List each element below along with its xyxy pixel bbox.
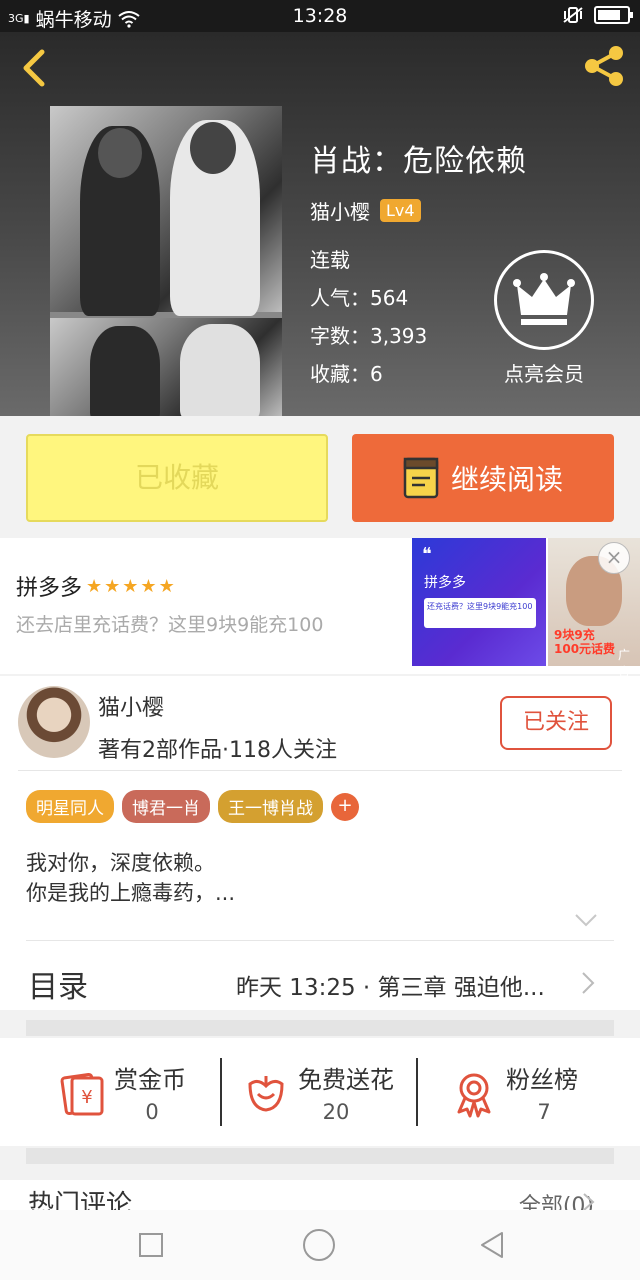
battery-icon — [594, 6, 633, 24]
back-triangle-icon[interactable] — [478, 1230, 506, 1260]
book-author-row[interactable]: 猫小樱 Lv4 — [310, 196, 421, 225]
chevron-right-icon[interactable] — [580, 971, 596, 995]
author-section: 猫小樱 著有2部作品·118人关注 已关注 明星同人 博君一肖 王一博肖战 + … — [0, 676, 640, 1010]
reward-coins-stat[interactable]: ¥ 赏金币 0 — [58, 1056, 238, 1136]
book-favorites: 收藏：6 — [310, 358, 383, 387]
hot-comments-header: 热门评论 全部(0) — [0, 1180, 640, 1210]
toc-latest-chapter[interactable]: 昨天 13:25 · 第三章 强迫他... — [236, 968, 545, 1002]
red-envelope-icon: ¥ — [60, 1072, 104, 1116]
popularity-label: 人气： — [310, 286, 370, 310]
section-separator — [26, 1148, 614, 1164]
toc-label[interactable]: 目录 — [28, 962, 88, 1006]
popularity-value: 564 — [370, 286, 409, 310]
reward-coins-value: 0 — [145, 1100, 159, 1124]
ad-promo-text: 9块9充 100元话费 — [554, 628, 615, 656]
add-tag-button[interactable]: + — [331, 792, 359, 821]
free-flowers-label: 免费送花 — [298, 1066, 394, 1094]
recent-apps-icon[interactable] — [138, 1232, 164, 1258]
stats-row: ¥ 赏金币 0 免费送花 20 粉丝榜 7 — [0, 1038, 640, 1146]
favorites-value: 6 — [370, 362, 383, 386]
system-nav-bar — [0, 1210, 640, 1280]
svg-text:¥: ¥ — [81, 1087, 92, 1108]
favorited-button[interactable]: 已收藏 — [26, 434, 328, 522]
continue-reading-button[interactable]: 继续阅读 — [352, 434, 614, 522]
battery-level — [598, 10, 621, 20]
status-bar: 3G▮ 蜗牛移动 13:28 — [0, 0, 640, 32]
divider — [26, 940, 614, 941]
synopsis-line: 我对你，深度依赖。 — [26, 851, 215, 875]
fan-ranking-stat[interactable]: 粉丝榜 7 — [450, 1056, 630, 1136]
tag-chip[interactable]: 博君一肖 — [122, 790, 210, 823]
ad-image-brand: 拼多多 — [424, 575, 466, 591]
back-arrow-icon — [23, 49, 45, 87]
vip-button[interactable]: 点亮会员 — [492, 250, 596, 387]
word-count-value: 3,393 — [370, 324, 428, 348]
favorites-label: 收藏： — [310, 362, 370, 386]
word-count-label: 字数： — [310, 324, 370, 348]
continue-reading-label: 继续阅读 — [450, 463, 563, 496]
ad-brand: 拼多多 — [16, 576, 83, 601]
ad-tag: 广告 — [618, 648, 631, 679]
synopsis-line: 你是我的上瘾毒药，... — [26, 881, 236, 905]
rating-stars-icon: ★★★★★ — [86, 575, 177, 597]
tag-chip[interactable]: 王一博肖战 — [218, 790, 323, 823]
share-button[interactable] — [580, 42, 628, 90]
ad-title: 拼多多 ★★★★★ — [16, 570, 177, 602]
medal-icon — [457, 1073, 491, 1118]
status-time: 13:28 — [292, 5, 348, 27]
ad-description: 还去店里充话费？这里9块9能充100 — [16, 614, 324, 636]
ad-close-icon[interactable]: × — [598, 542, 630, 574]
book-popularity: 人气：564 — [310, 282, 408, 311]
expand-chevron-icon[interactable] — [574, 912, 598, 928]
book-title: 肖战：危险依赖 — [310, 144, 527, 179]
status-right — [562, 6, 633, 24]
book-header: 肖战：危险依赖 猫小樱 Lv4 连载 人气：564 字数：3,393 收藏：6 … — [0, 32, 640, 416]
home-icon[interactable] — [302, 1228, 336, 1262]
book-word-count: 字数：3,393 — [310, 320, 427, 349]
author-info: 著有2部作品·118人关注 — [98, 738, 337, 763]
section-separator — [26, 1020, 614, 1036]
chevron-right-icon[interactable] — [582, 1192, 596, 1210]
fan-ranking-label: 粉丝榜 — [506, 1066, 578, 1094]
stat-separator — [416, 1058, 418, 1126]
book-cover[interactable] — [50, 106, 282, 416]
ad-promo-line1: 9块9充 — [554, 628, 595, 642]
hot-comments-title: 热门评论 — [28, 1190, 133, 1210]
synopsis[interactable]: 我对你，深度依赖。 你是我的上瘾毒药，... — [26, 848, 235, 908]
cover-photo-bottom — [50, 318, 282, 416]
ad-banner[interactable]: 拼多多 ★★★★★ 还去店里充话费？这里9块9能充100 ❝ 拼多多 还充话费？… — [0, 538, 640, 679]
crown-icon — [494, 250, 594, 350]
reward-coins-label: 赏金币 — [114, 1066, 186, 1094]
ad-promo-line2: 100元话费 — [554, 642, 616, 656]
back-button[interactable] — [14, 44, 58, 92]
action-bar: 已收藏 继续阅读 — [0, 416, 640, 538]
flower-icon — [248, 1076, 284, 1112]
free-flowers-stat[interactable]: 免费送花 20 — [242, 1056, 422, 1136]
author-name[interactable]: 猫小樱 — [98, 690, 164, 722]
book-status: 连载 — [310, 248, 350, 272]
ad-image-bubble: 还充话费？这里9块9能充100 — [424, 598, 536, 628]
book-icon — [403, 457, 439, 499]
book-author-name[interactable]: 猫小樱 — [310, 196, 370, 225]
vip-label: 点亮会员 — [504, 362, 584, 386]
fan-ranking-value: 7 — [537, 1100, 551, 1124]
follow-button[interactable]: 已关注 — [500, 696, 612, 750]
divider — [18, 770, 622, 771]
ad-image-left: ❝ 拼多多 还充话费？这里9块9能充100 — [412, 538, 546, 666]
author-avatar[interactable] — [18, 686, 90, 758]
tag-chip[interactable]: 明星同人 — [26, 790, 114, 823]
stat-separator — [220, 1058, 222, 1126]
vibrate-icon — [563, 7, 583, 23]
tag-list: 明星同人 博君一肖 王一博肖战 + — [26, 790, 359, 823]
cover-photo-top — [50, 106, 282, 316]
author-level-badge: Lv4 — [380, 199, 421, 222]
quote-icon: ❝ — [422, 544, 432, 565]
share-icon — [585, 46, 623, 86]
free-flowers-value: 20 — [322, 1100, 350, 1124]
